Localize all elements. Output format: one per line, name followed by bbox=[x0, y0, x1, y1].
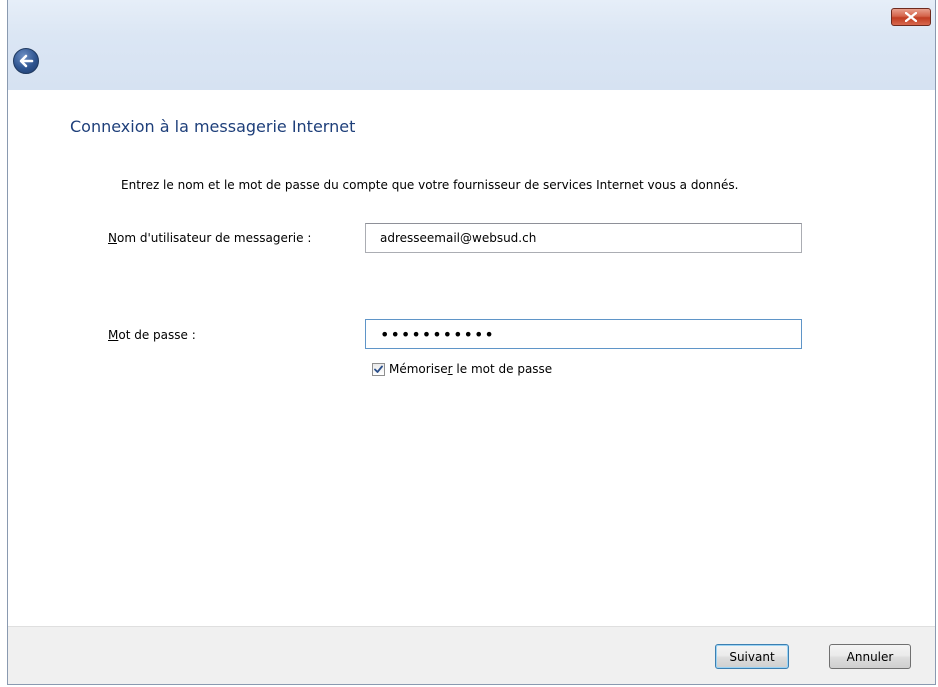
username-label-text: om d'utilisateur de messagerie : bbox=[116, 231, 312, 245]
password-label-text: ot de passe : bbox=[118, 328, 196, 342]
remember-label-after: le mot de passe bbox=[452, 362, 553, 376]
wizard-window: Connexion à la messagerie Internet Entre… bbox=[7, 0, 936, 685]
remember-label-before: Mémorise bbox=[389, 362, 448, 376]
remember-password-option[interactable]: Mémoriser le mot de passe bbox=[372, 362, 552, 376]
cancel-button[interactable]: Annuler bbox=[829, 644, 911, 669]
password-label-mnemonic: M bbox=[108, 328, 119, 342]
instructions-text: Entrez le nom et le mot de passe du comp… bbox=[121, 178, 739, 192]
username-label: Nom d'utilisateur de messagerie : bbox=[108, 231, 311, 245]
remember-password-checkbox[interactable] bbox=[372, 362, 385, 376]
wizard-content: Connexion à la messagerie Internet Entre… bbox=[8, 90, 935, 626]
password-input[interactable] bbox=[365, 319, 802, 349]
page-title: Connexion à la messagerie Internet bbox=[70, 117, 356, 136]
username-label-mnemonic: N bbox=[108, 231, 117, 245]
title-bar bbox=[8, 0, 935, 91]
back-button[interactable] bbox=[13, 48, 39, 74]
close-icon bbox=[905, 12, 917, 22]
button-bar: Suivant Annuler bbox=[8, 626, 935, 684]
remember-password-label: Mémoriser le mot de passe bbox=[389, 362, 552, 376]
close-button[interactable] bbox=[891, 8, 931, 26]
next-button[interactable]: Suivant bbox=[715, 644, 789, 669]
username-input[interactable] bbox=[365, 223, 802, 253]
checkmark-icon bbox=[374, 365, 383, 373]
back-arrow-icon bbox=[19, 54, 34, 68]
password-label: Mot de passe : bbox=[108, 328, 196, 342]
